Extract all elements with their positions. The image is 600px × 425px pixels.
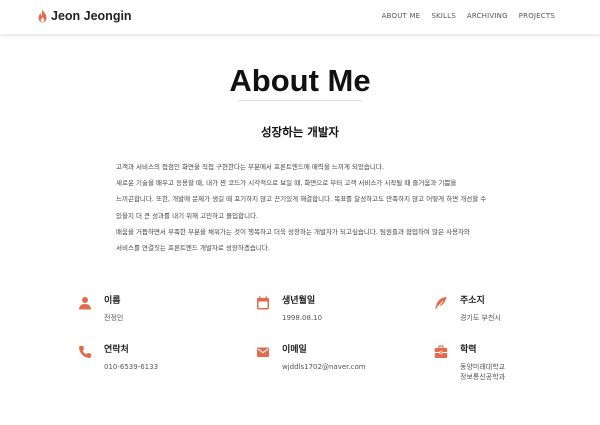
nav-archiving[interactable]: ARCHIVING	[467, 12, 508, 20]
info-label: 주소지	[460, 296, 485, 306]
info-birthdate: 생년월일 1998.08.10	[256, 295, 322, 323]
info-value-line: 정보통신공학과	[460, 373, 506, 381]
intro-line: 느끼곤합니다. 또한, 개발에 문제가 생길 때 포기하지 않고 끈기있게 해결…	[116, 195, 487, 204]
briefcase-icon	[434, 345, 448, 358]
section-subtitle: 성장하는 개발자	[260, 125, 340, 139]
info-value: 경기도 부천시	[460, 314, 501, 322]
title-underline	[238, 100, 362, 101]
intro-line: 고객과 서비스의 접점인 화면을 직접 구현한다는 부분에서 프론트엔드에 매력…	[116, 163, 384, 171]
info-phone: 연락처 010-6539-6133	[78, 344, 158, 372]
nav-projects[interactable]: PROJECTS	[519, 12, 555, 20]
email-icon	[257, 347, 269, 357]
info-value: 1998.08.10	[282, 314, 323, 322]
intro-line: 새로운 기술을 배우고 응용할 때, 내가 짠 코드가 시각적으로 보일 때, …	[116, 179, 457, 188]
intro-text: 고객과 서비스의 접점인 화면을 직접 구현한다는 부분에서 프론트엔드에 매력…	[116, 159, 496, 256]
info-label: 생년월일	[282, 296, 316, 306]
fire-icon	[38, 9, 47, 23]
info-value[interactable]: wjddls1702@naver.com	[282, 362, 366, 372]
info-email: 이메일 wjddls1702@naver.com	[256, 344, 366, 372]
calendar-icon	[257, 296, 269, 310]
info-value: 전정인	[104, 314, 124, 322]
info-value: 동양미래대학교 정보통신공학과	[460, 362, 505, 382]
person-icon	[79, 297, 91, 310]
info-label: 학력	[460, 345, 477, 355]
brand-logo[interactable]: Jeon Jeongin	[38, 9, 132, 23]
map-pin-icon	[435, 297, 447, 309]
info-name: 이름 전정인	[78, 295, 123, 323]
info-label: 이메일	[282, 345, 307, 355]
intro-line: 서비스를 연결짓는 프론트엔드 개발자로 성장하겠습니다.	[116, 244, 270, 253]
info-value-line: 동양미래대학교	[460, 363, 506, 371]
info-education: 학력 동양미래대학교 정보통신공학과	[434, 344, 505, 382]
info-address: 주소지 경기도 부천시	[434, 295, 501, 323]
intro-line: 배움을 거듭하면서 부족한 부분을 채워가는 것이 행복하고 더욱 성장하는 개…	[116, 227, 470, 236]
nav-about-me[interactable]: ABOUT ME	[382, 12, 421, 20]
section-title: About Me	[229, 63, 371, 98]
top-navbar: Jeon Jeongin ABOUT ME SKILLS ARCHIVING P…	[0, 0, 600, 34]
info-label: 이름	[104, 296, 121, 306]
info-value: 010-6539-6133	[104, 363, 159, 371]
brand-name: Jeon Jeongin	[51, 9, 132, 23]
nav-menu: ABOUT ME SKILLS ARCHIVING PROJECTS	[371, 12, 555, 20]
intro-line: 있을지 더 큰 성과를 내기 위해 고민하고 몰입합니다.	[116, 211, 259, 220]
phone-icon	[79, 346, 91, 358]
nav-skills[interactable]: SKILLS	[431, 12, 456, 20]
info-label: 연락처	[104, 345, 129, 355]
